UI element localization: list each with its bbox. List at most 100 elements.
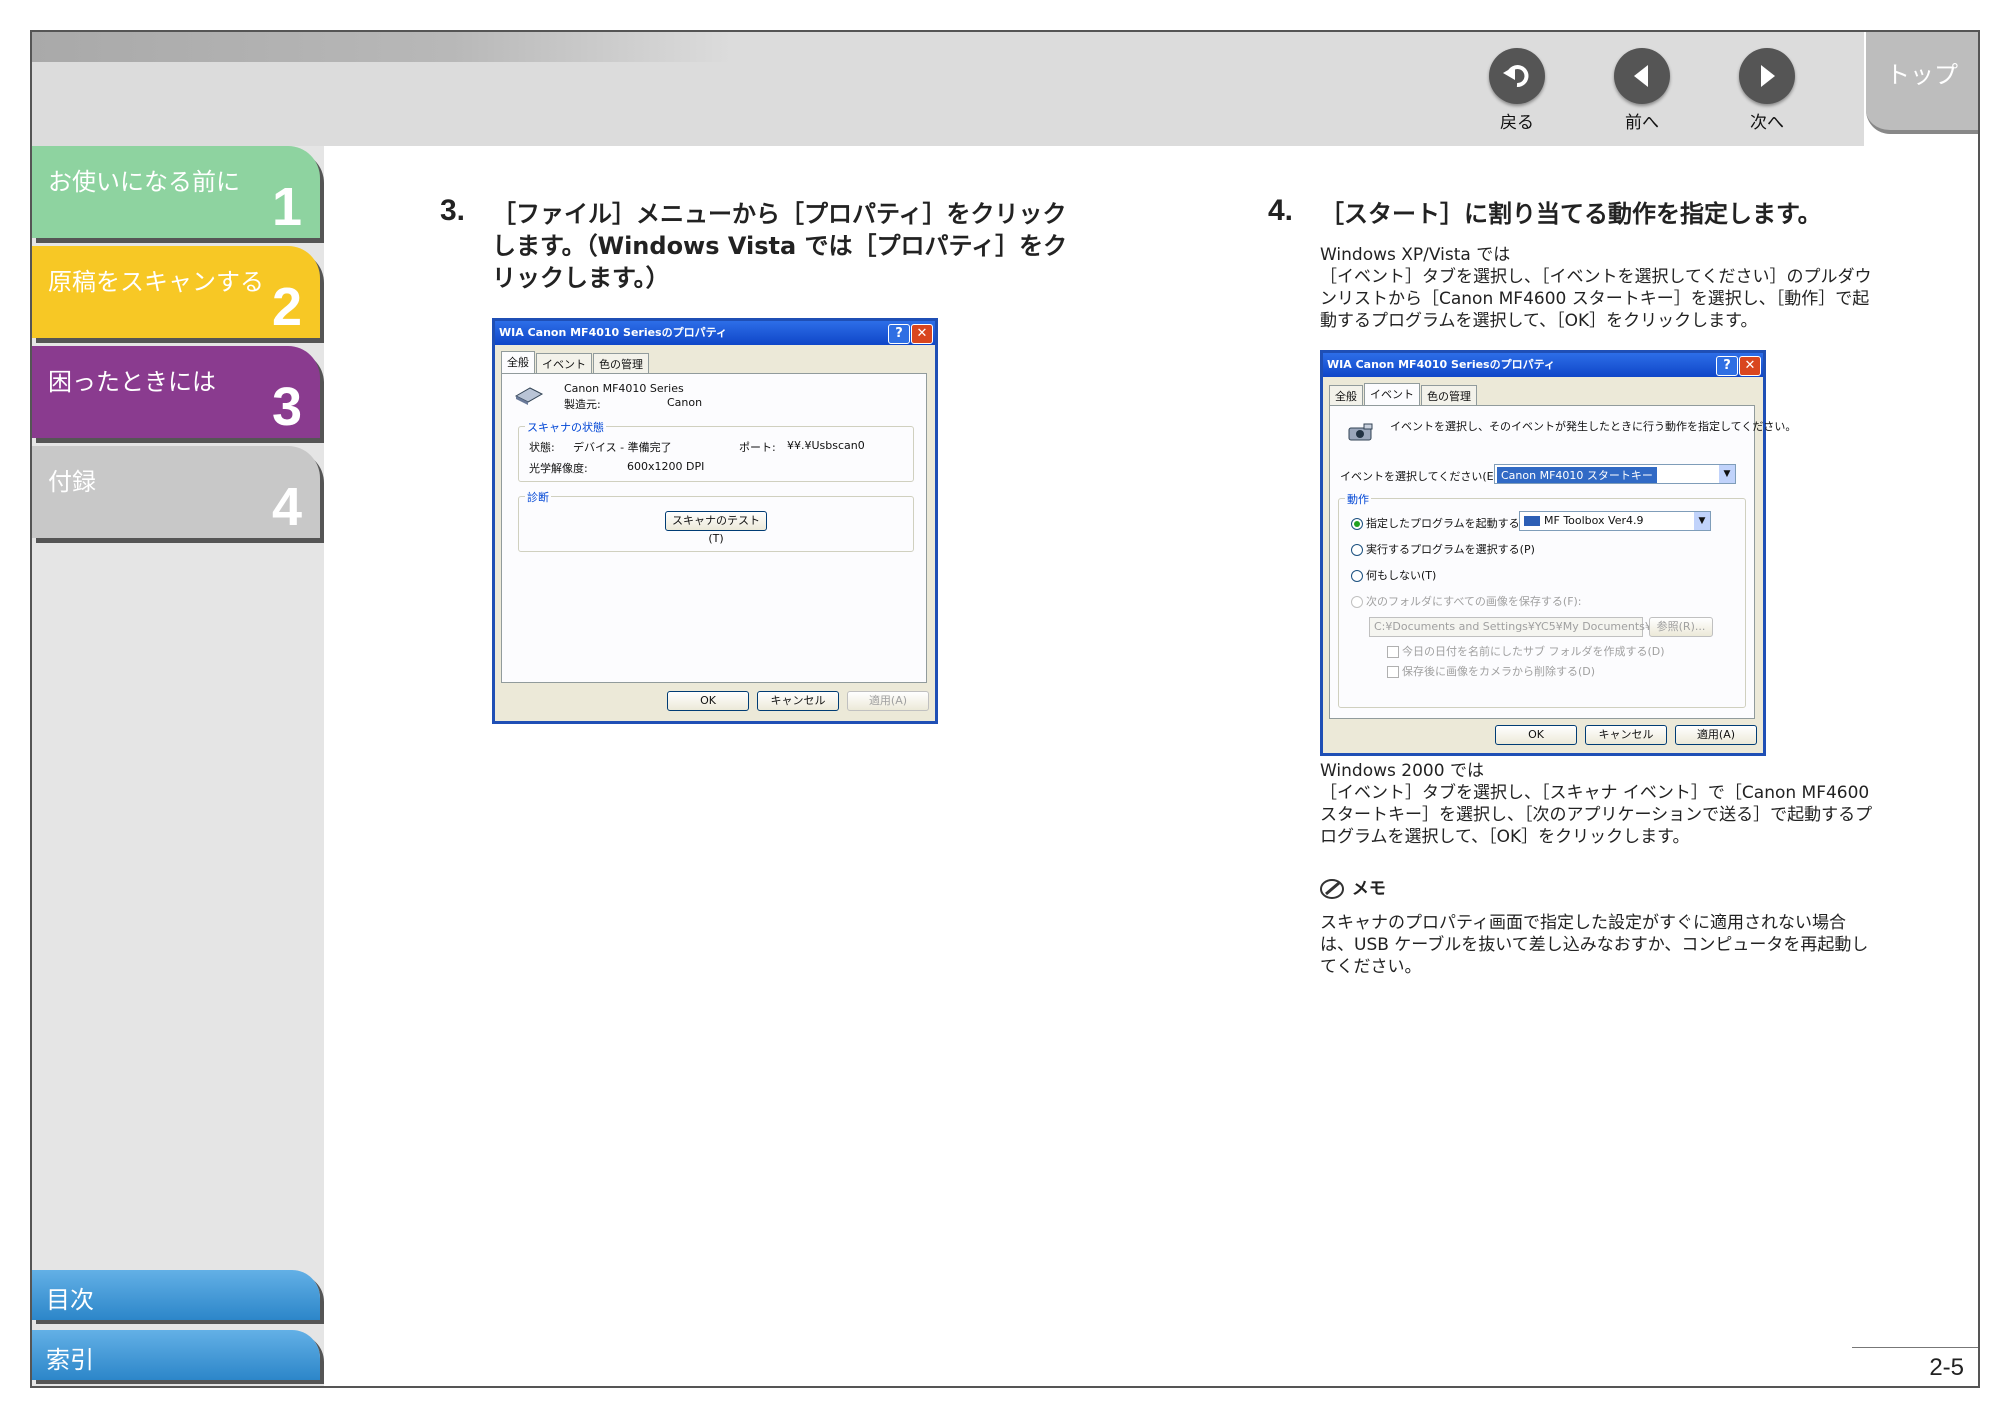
w2000-line: ［イベント］タブを選択し、［スキャナ イベント］で［Canon MF4600	[1320, 783, 1870, 803]
dialog-panel: Canon MF4010 Series 製造元: Canon スキャナの状態 状…	[501, 373, 927, 683]
step-3-title: ［ファイル］メニューから［プロパティ］をクリック します。（Windows Vi…	[492, 198, 1112, 294]
radio-icon	[1351, 596, 1363, 608]
radio-take-no-action[interactable]: 何もしない(T)	[1351, 567, 1436, 583]
w2000-line: スタートキー］を選択し、［次のアプリケーションで送る］で起動するプ	[1320, 805, 1873, 825]
radio-icon	[1351, 570, 1363, 582]
memo-line: てください。	[1320, 957, 1422, 977]
resolution-value: 600x1200 DPI	[627, 460, 705, 473]
action-group: 動作 指定したプログラムを起動する(S): MF Toolbox Ver4.9 …	[1338, 491, 1746, 708]
dialog-title: WIA Canon MF4010 Seriesのプロパティ	[1327, 358, 1555, 371]
back-button[interactable]: 戻る	[1482, 48, 1552, 133]
event-value: Canon MF4010 スタートキー	[1497, 467, 1657, 483]
path-value: C:¥Documents and Settings¥YC5¥My Documen…	[1374, 620, 1681, 633]
close-icon[interactable]: ✕	[1739, 356, 1761, 376]
chapter-tab-2[interactable]: 原稿をスキャンする 2	[32, 246, 320, 338]
browse-button[interactable]: 参照(R)...	[1649, 617, 1713, 637]
back-label: 戻る	[1500, 113, 1534, 133]
chapter-number: 2	[271, 277, 302, 337]
memo-text: スキャナのプロパティ画面で指定した設定がすぐに適用されない場合 は、USB ケー…	[1320, 912, 1950, 978]
radio-save-to-folder[interactable]: 次のフォルダにすべての画像を保存する(F):	[1351, 593, 1582, 609]
chapter-tab-4[interactable]: 付録 4	[32, 446, 320, 538]
event-dropdown[interactable]: Canon MF4010 スタートキー ▼	[1494, 464, 1736, 484]
ok-button[interactable]: OK	[1495, 725, 1577, 745]
radio-launch-program[interactable]: 指定したプログラムを起動する(S):	[1351, 515, 1539, 531]
chapter-title: お使いになる前に	[48, 168, 240, 196]
step-4-number: 4.	[1268, 194, 1294, 227]
radio-label: 実行するプログラムを選択する(P)	[1366, 543, 1535, 556]
ok-button[interactable]: OK	[667, 691, 749, 711]
radio-label: 指定したプログラムを起動する(S):	[1366, 517, 1539, 530]
w2000-heading: Windows 2000 では	[1320, 761, 1484, 781]
chapter-number: 1	[271, 177, 302, 237]
chevron-down-icon[interactable]: ▼	[1719, 465, 1735, 483]
sidebar: お使いになる前に 1 原稿をスキャンする 2 困ったときには 3 付録 4 目次…	[32, 146, 324, 1386]
program-dropdown[interactable]: MF Toolbox Ver4.9 ▼	[1519, 511, 1711, 531]
contents-label: 目次	[46, 1286, 94, 1314]
apply-button[interactable]: 適用(A)	[1675, 725, 1757, 745]
page-frame: 戻る 前へ 次へ トップ お使いになる前に 1 原稿をスキャンする 2 困ったと…	[30, 30, 1980, 1388]
help-icon[interactable]: ?	[888, 324, 910, 344]
tab-events[interactable]: イベント	[1364, 383, 1420, 406]
step-3-title-line: ［ファイル］メニューから［プロパティ］をクリック	[492, 200, 1067, 228]
contents-button[interactable]: 目次	[32, 1270, 320, 1320]
previous-button[interactable]: 前へ	[1607, 48, 1677, 133]
index-button[interactable]: 索引	[32, 1330, 320, 1380]
step-3-number: 3.	[440, 194, 466, 227]
step-4-title: ［スタート］に割り当てる動作を指定します。	[1320, 200, 1822, 228]
chevron-down-icon[interactable]: ▼	[1694, 512, 1710, 530]
device-name: Canon MF4010 Series	[564, 382, 684, 395]
top-page-tab[interactable]: トップ	[1866, 32, 1978, 134]
page-number: 2-5	[1929, 1354, 1964, 1381]
next-arrow-icon	[1739, 48, 1795, 104]
page-number-rule	[1852, 1347, 1978, 1348]
checkbox-date-subfolder[interactable]: 今日の日付を名前にしたサブ フォルダを作成する(D)	[1387, 643, 1665, 659]
radio-label: 次のフォルダにすべての画像を保存する(F):	[1366, 595, 1582, 608]
memo-line: スキャナのプロパティ画面で指定した設定がすぐに適用されない場合	[1320, 913, 1846, 933]
chapter-tab-3[interactable]: 困ったときには 3	[32, 346, 320, 438]
next-button[interactable]: 次へ	[1732, 48, 1802, 133]
xp-heading: Windows XP/Vista では	[1320, 245, 1511, 265]
scanner-status-group: スキャナの状態 状態: デバイス - 準備完了 ポート: ¥¥.¥Usbscan…	[518, 419, 914, 482]
chapter-tab-1[interactable]: お使いになる前に 1	[32, 146, 320, 238]
folder-path-field[interactable]: C:¥Documents and Settings¥YC5¥My Documen…	[1369, 617, 1681, 637]
xp-line: ［イベント］タブを選択し、［イベントを選択してください］のプルダウ	[1320, 267, 1872, 287]
previous-label: 前へ	[1625, 113, 1659, 133]
index-label: 索引	[46, 1346, 94, 1374]
chapter-title: 原稿をスキャンする	[48, 268, 264, 296]
memo-label: メモ	[1351, 879, 1386, 899]
chapter-title: 困ったときには	[48, 368, 216, 396]
step-3-title-line: リックします。）	[492, 264, 670, 292]
back-arrow-icon	[1489, 48, 1545, 104]
radio-label: 何もしない(T)	[1366, 569, 1437, 582]
previous-arrow-icon	[1614, 48, 1670, 104]
radio-selected-icon	[1351, 518, 1363, 530]
help-icon[interactable]: ?	[1716, 356, 1738, 376]
checkbox-icon	[1387, 666, 1399, 678]
radio-prompt-program[interactable]: 実行するプログラムを選択する(P)	[1351, 541, 1535, 557]
status-label: 状態:	[529, 441, 555, 454]
port-label: ポート:	[739, 441, 776, 454]
cancel-button[interactable]: キャンセル	[1585, 725, 1667, 745]
program-value: MF Toolbox Ver4.9	[1544, 514, 1644, 527]
dialog-title-bar: WIA Canon MF4010 Seriesのプロパティ ? ✕	[495, 321, 935, 345]
memo-pencil-icon	[1320, 879, 1344, 899]
close-icon[interactable]: ✕	[911, 324, 933, 344]
xp-line: ンリストから［Canon MF4600 スタートキー］を選択し、［動作］で起	[1320, 289, 1870, 309]
chapter-title: 付録	[48, 468, 96, 496]
group-label: 診断	[525, 489, 551, 505]
checkbox-label: 今日の日付を名前にしたサブ フォルダを作成する(D)	[1402, 645, 1665, 658]
status-value: デバイス - 準備完了	[573, 441, 672, 454]
w2000-line: ログラムを選択して、［OK］をクリックします。	[1320, 827, 1690, 847]
cancel-button[interactable]: キャンセル	[757, 691, 839, 711]
xp-line: 動するプログラムを選択して、［OK］をクリックします。	[1320, 311, 1758, 331]
scanner-test-button[interactable]: スキャナのテスト(T)	[665, 511, 767, 545]
dialog-title: WIA Canon MF4010 Seriesのプロパティ	[499, 326, 727, 339]
dialog-title-bar: WIA Canon MF4010 Seriesのプロパティ ? ✕	[1323, 353, 1763, 377]
checkbox-icon	[1387, 646, 1399, 658]
properties-dialog-general: WIA Canon MF4010 Seriesのプロパティ ? ✕ 全般 イベン…	[492, 318, 938, 724]
apply-button[interactable]: 適用(A)	[847, 691, 929, 711]
checkbox-label: 保存後に画像をカメラから削除する(D)	[1402, 665, 1596, 678]
toolbox-icon	[1524, 516, 1540, 526]
checkbox-delete-after-save[interactable]: 保存後に画像をカメラから削除する(D)	[1387, 663, 1595, 679]
tab-general[interactable]: 全般	[501, 351, 535, 374]
